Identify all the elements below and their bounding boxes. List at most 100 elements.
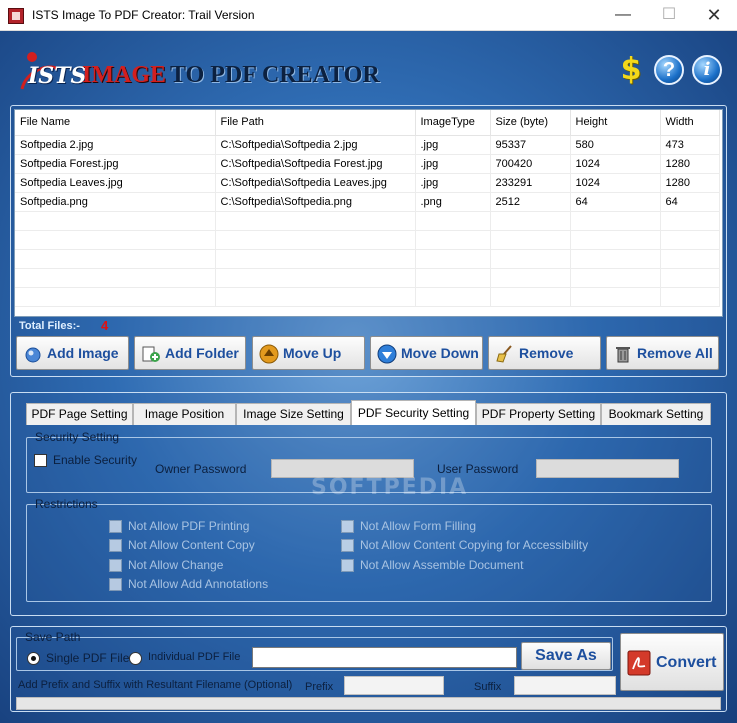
empty-row [15,268,720,288]
individual-pdf-label: Individual PDF File [148,651,241,663]
table-cell: C:\Softpedia\Softpedia 2.jpg [215,135,416,155]
column-header[interactable]: Width [660,110,720,136]
add-image-label: Add Image [47,345,119,361]
broom-icon [496,345,512,363]
progress-bar [16,697,721,710]
minimize-button[interactable]: — [600,0,646,30]
dollar-icon[interactable]: $ [616,55,646,85]
table-cell: .jpg [415,135,491,155]
not-allow-form-filling-checkbox[interactable] [341,520,354,533]
table-cell: C:\Softpedia\Softpedia Leaves.jpg [215,173,416,193]
empty-row [15,230,720,250]
pdf-icon [627,650,651,676]
save-path-input[interactable] [252,647,517,668]
not-allow-printing-label: Not Allow PDF Printing [128,519,250,533]
not-allow-accessibility-copy-checkbox[interactable] [341,539,354,552]
main-window: ISTS IMAGE TO PDF CREATOR $ ? i File Nam… [0,31,737,723]
table-cell: Softpedia.png [15,192,216,212]
tab-pdf-property-setting[interactable]: PDF Property Setting [476,403,601,425]
window-title: ISTS Image To PDF Creator: Trail Version [32,8,255,22]
help-icon[interactable]: ? [654,55,684,85]
column-header[interactable]: File Name [15,110,216,136]
remove-all-button[interactable]: Remove All [606,336,719,370]
table-cell: 1280 [660,173,720,193]
tab-image-size-setting[interactable]: Image Size Setting [236,403,351,425]
suffix-input[interactable] [514,676,616,695]
remove-button[interactable]: Remove [488,336,601,370]
owner-password-label: Owner Password [155,462,247,476]
table-header-row: File Name File Path ImageType Size (byte… [15,110,720,136]
prefix-label: Prefix [305,681,334,693]
individual-pdf-radio[interactable] [129,652,142,665]
file-grid[interactable]: File Name File Path ImageType Size (byte… [14,109,723,317]
move-up-icon [259,344,279,364]
add-image-icon [25,347,41,363]
close-button[interactable]: ✕ [691,0,737,30]
add-folder-button[interactable]: Add Folder [134,336,246,370]
enable-security-checkbox[interactable] [34,454,47,467]
table-cell: 1280 [660,154,720,174]
save-as-button[interactable]: Save As [521,642,611,670]
not-allow-assemble-label: Not Allow Assemble Document [360,558,524,572]
table-cell: Softpedia Leaves.jpg [15,173,216,193]
trash-icon [616,347,630,363]
not-allow-assemble-checkbox[interactable] [341,559,354,572]
logo-creator-word: TO PDF CREATOR [170,62,380,88]
file-table: File Name File Path ImageType Size (byte… [15,110,720,307]
table-row[interactable]: Softpedia Forest.jpg C:\Softpedia\Softpe… [15,154,720,174]
table-cell: Softpedia Forest.jpg [15,154,216,174]
logo-ists: ISTS [28,63,87,89]
table-cell: 580 [570,135,661,155]
table-cell: 700420 [490,154,571,174]
table-row[interactable]: Softpedia.png C:\Softpedia\Softpedia.png… [15,192,720,212]
remove-all-label: Remove All [637,345,713,361]
add-folder-icon [142,346,160,362]
restrictions-title: Restrictions [35,497,98,511]
single-pdf-radio[interactable] [27,652,40,665]
move-up-label: Move Up [283,345,342,361]
add-image-button[interactable]: Add Image [16,336,129,370]
column-header[interactable]: Size (byte) [490,110,571,136]
logo-image-word: IMAGE [82,62,166,88]
table-row[interactable]: Softpedia Leaves.jpg C:\Softpedia\Softpe… [15,173,720,193]
move-up-button[interactable]: Move Up [252,336,365,370]
not-allow-annotations-checkbox[interactable] [109,578,122,591]
table-cell: .jpg [415,154,491,174]
column-header[interactable]: File Path [215,110,416,136]
save-panel: Save Path Single PDF File Individual PDF… [10,626,727,712]
app-header: ISTS IMAGE TO PDF CREATOR $ ? i [0,31,737,101]
column-header[interactable]: Height [570,110,661,136]
not-allow-change-checkbox[interactable] [109,559,122,572]
single-pdf-label: Single PDF File [46,651,130,665]
tab-image-position[interactable]: Image Position [133,403,236,425]
tab-pdf-page-setting[interactable]: PDF Page Setting [26,403,133,425]
enable-security-label: Enable Security [53,453,138,467]
table-cell: 2512 [490,192,571,212]
convert-button[interactable]: Convert [620,633,724,691]
table-cell: 473 [660,135,720,155]
prefix-input[interactable] [344,676,444,695]
table-cell: 1024 [570,173,661,193]
not-allow-printing-checkbox[interactable] [109,520,122,533]
tab-pdf-security-setting[interactable]: PDF Security Setting [351,400,476,425]
user-password-input[interactable] [536,459,679,478]
table-cell: .jpg [415,173,491,193]
file-list-panel: File Name File Path ImageType Size (byte… [10,105,727,377]
prefix-suffix-label: Add Prefix and Suffix with Resultant Fil… [18,679,293,691]
table-cell: 233291 [490,173,571,193]
restrictions-group: Restrictions Not Allow PDF Printing Not … [26,497,712,602]
empty-row [15,211,720,231]
tab-bookmark-setting[interactable]: Bookmark Setting [601,403,711,425]
move-down-button[interactable]: Move Down [370,336,483,370]
info-icon[interactable]: i [692,55,722,85]
maximize-button[interactable]: ☐ [646,0,692,30]
not-allow-annotations-label: Not Allow Add Annotations [128,577,269,591]
table-cell: Softpedia 2.jpg [15,135,216,155]
column-header[interactable]: ImageType [415,110,491,136]
convert-label: Convert [656,654,717,671]
table-cell: .png [415,192,491,212]
table-row[interactable]: Softpedia 2.jpg C:\Softpedia\Softpedia 2… [15,135,720,155]
table-cell: 95337 [490,135,571,155]
add-folder-label: Add Folder [165,345,239,361]
not-allow-content-copy-checkbox[interactable] [109,539,122,552]
